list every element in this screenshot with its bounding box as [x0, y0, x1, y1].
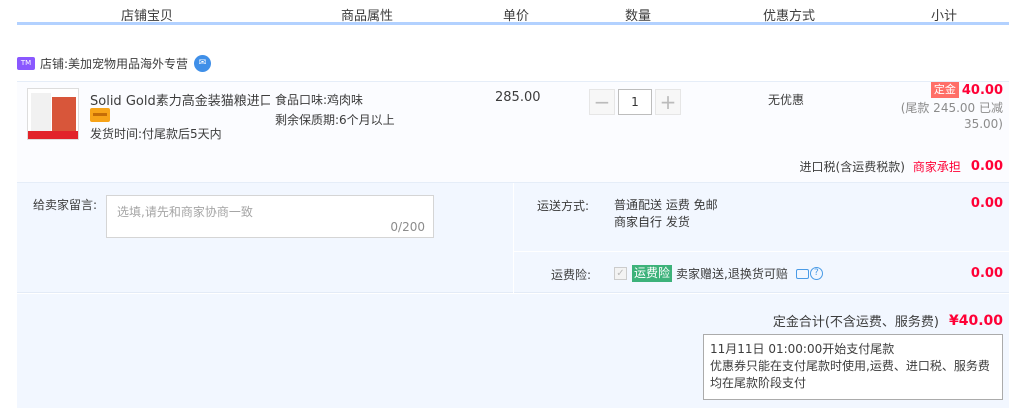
col-items: 店铺宝贝	[121, 9, 174, 24]
help-icon[interactable]: ?	[809, 267, 823, 280]
subtotal: 定金 40.00 (尾款 245.00 已减 35.00)	[901, 82, 1003, 132]
qty-minus-button[interactable]: −	[589, 89, 615, 115]
tax-label: 进口税(含运费税款)	[799, 160, 905, 174]
shipping-line-1: 普通配送 运费 免邮	[614, 198, 718, 212]
insurance-row: ✓ 运费险 卖家赠送,退换货可赔 ?	[614, 265, 823, 282]
unit-price: 285.00	[495, 90, 541, 105]
deposit-tag: 定金	[930, 82, 959, 98]
tax-value: 0.00	[970, 159, 1003, 174]
tip-line-3: 均在尾款阶段支付	[710, 376, 807, 390]
payment-tip: 11月11日 01:00:00开始支付尾款 优惠券只能在支付尾款时使用,运费、进…	[703, 334, 1003, 400]
comment-icon[interactable]	[795, 268, 809, 279]
attr-shelf-life: 剩余保质期:6个月以上	[275, 113, 395, 127]
product-title-link[interactable]: Solid Gold素力高金装猫粮进口...	[90, 90, 270, 109]
tail-line-1: (尾款 245.00 已减	[900, 101, 1003, 115]
shipping-label: 运送方式:	[537, 199, 590, 213]
qty-plus-button[interactable]: +	[655, 89, 681, 115]
shipping-line-2b: 发货	[665, 215, 690, 229]
col-discount: 优惠方式	[763, 9, 816, 24]
row-divider	[514, 251, 1009, 252]
product-thumbnail[interactable]	[27, 88, 79, 140]
order-total: 定金合计(不含运费、服务费) ¥40.00 11月11日 01:00:00开始支…	[17, 294, 1009, 408]
ship-time: 发货时间:付尾款后5天内	[90, 127, 222, 141]
import-tax-row: 进口税(含运费税款) 商家承担 0.00	[800, 158, 1003, 175]
card-pay-icon	[90, 108, 110, 122]
qty-input[interactable]: 1	[618, 89, 652, 115]
tip-line-1: 11月11日 01:00:00开始支付尾款	[710, 342, 895, 356]
tail-line-2: 35.00)	[963, 117, 1003, 131]
wangwang-chat-icon[interactable]: ✉	[194, 54, 212, 72]
deposit-total-value: ¥40.00	[948, 312, 1003, 329]
checkbox-icon[interactable]: ✓	[614, 267, 627, 280]
column-divider	[513, 183, 514, 293]
seller-message-input[interactable]: 选填,请先和商家协商一致 0/200	[106, 195, 434, 238]
shop-prefix: 店铺:	[40, 56, 69, 71]
shop-name-link[interactable]: 美加宠物用品海外专营	[68, 55, 188, 72]
col-price: 单价	[503, 9, 530, 24]
message-label: 给卖家留言:	[33, 198, 98, 212]
message-placeholder: 选填,请先和商家协商一致	[117, 205, 253, 219]
insurance-tag: 运费险	[632, 265, 673, 282]
col-subtotal: 小计	[931, 9, 958, 24]
shipping-method: 普通配送 运费 免邮 商家自行 发货	[614, 197, 718, 231]
insurance-text: 卖家赠送,退换货可赔	[676, 267, 788, 281]
deposit-amount: 40.00	[961, 82, 1003, 98]
shop-row: TM 店铺: 美加宠物用品海外专营 ✉	[17, 52, 212, 74]
order-item: Solid Gold素力高金装猫粮进口... 发货时间:付尾款后5天内 食品口味…	[17, 81, 1009, 183]
tax-bearer: 商家承担	[912, 160, 961, 174]
col-attrs: 商品属性	[341, 9, 394, 24]
col-qty: 数量	[625, 9, 652, 24]
deposit-total-row: 定金合计(不含运费、服务费) ¥40.00	[772, 311, 1003, 331]
quantity-stepper: − 1 +	[589, 89, 681, 115]
shipping-amount: 0.00	[970, 196, 1003, 211]
column-header: 店铺宝贝 商品属性 单价 数量 优惠方式 小计	[17, 0, 1009, 25]
insurance-amount: 0.00	[970, 266, 1003, 281]
tip-line-2: 优惠券只能在支付尾款时使用,运费、进口税、服务费	[710, 359, 990, 373]
insurance-label: 运费险:	[551, 268, 592, 282]
deposit-total-label: 定金合计(不含运费、服务费)	[772, 315, 939, 330]
order-options: 给卖家留言: 选填,请先和商家协商一致 0/200 运送方式: 普通配送 运费 …	[17, 183, 1009, 293]
message-char-count: 0/200	[390, 220, 425, 234]
shipping-line-2a: 商家自行	[614, 215, 663, 229]
discount-method: 无优惠	[768, 93, 805, 107]
attr-flavor: 食品口味:鸡肉味	[275, 93, 364, 107]
tmall-icon: TM	[17, 56, 35, 70]
